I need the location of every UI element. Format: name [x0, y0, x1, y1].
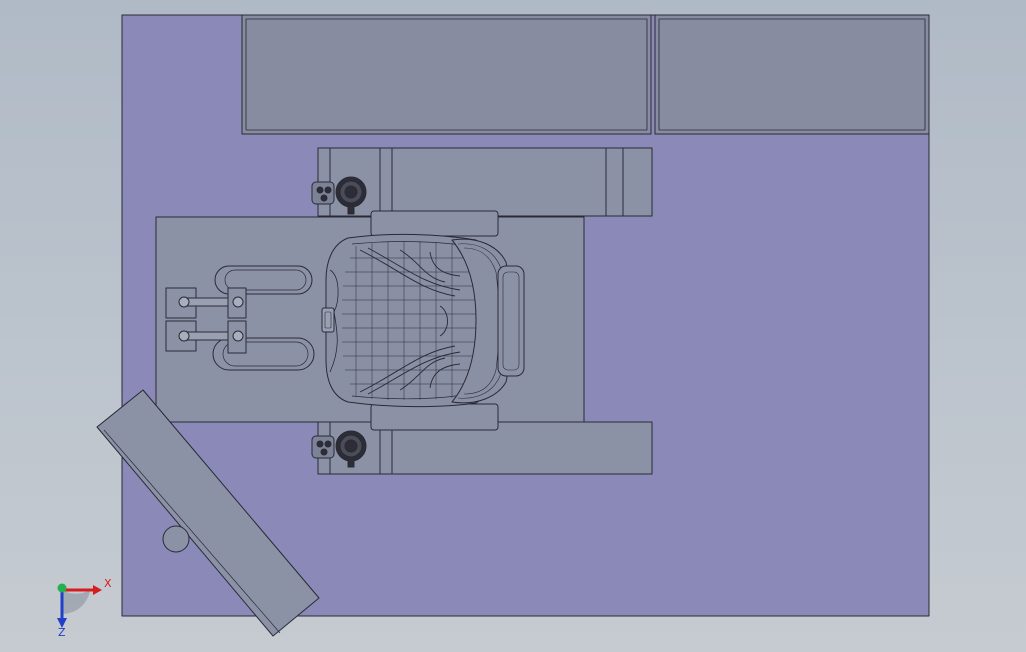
graphics-viewport[interactable]: X Z	[0, 0, 1026, 652]
seat[interactable]	[321, 233, 525, 408]
top-cabinet-right[interactable]	[654, 14, 930, 135]
coordinate-triad: X Z	[57, 577, 112, 639]
triad-z-label: Z	[58, 626, 66, 639]
frame-upper-rail[interactable]	[317, 147, 653, 217]
seat-rail-upper[interactable]	[370, 210, 499, 237]
triad-x-label: X	[104, 577, 112, 590]
seat-rail-lower[interactable]	[370, 403, 499, 431]
top-cabinet-left[interactable]	[241, 14, 652, 135]
